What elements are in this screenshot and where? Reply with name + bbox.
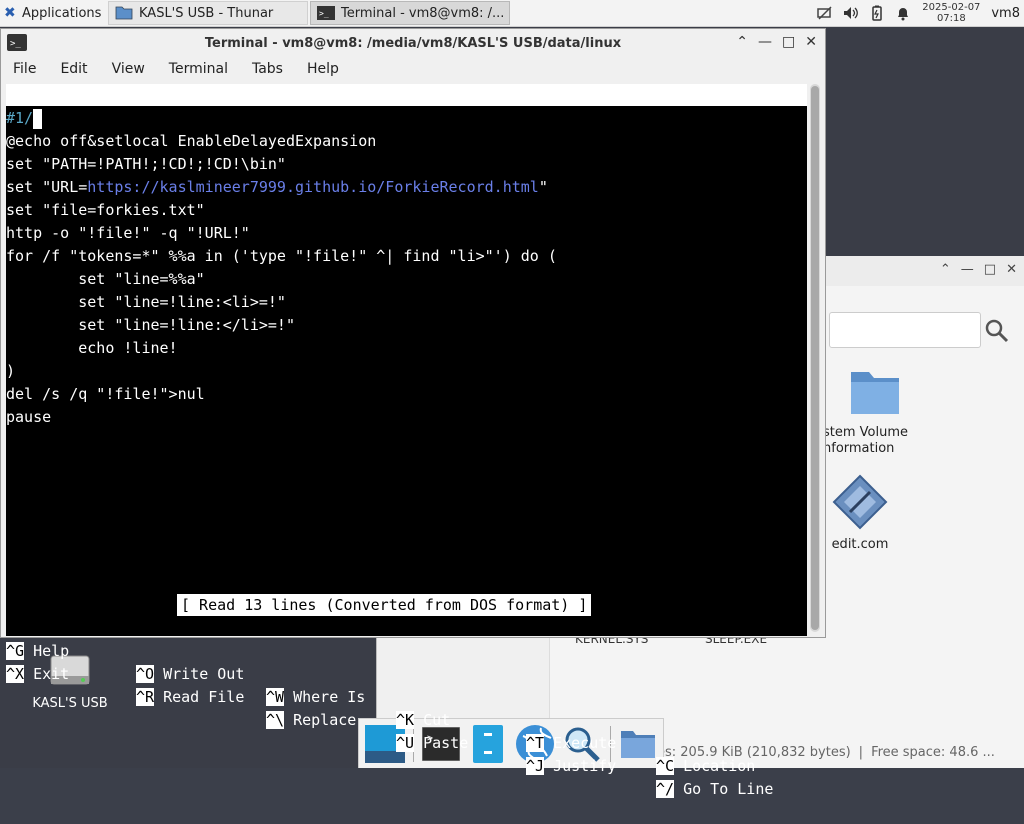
edit-program-icon (832, 474, 888, 530)
system-tray: 2025-02-07 07:18 vm8 (817, 0, 1024, 26)
scrollbar[interactable] (810, 84, 820, 632)
folder-icon (620, 730, 655, 758)
applications-menu[interactable]: ✖ Applications (0, 0, 108, 26)
menu-view[interactable]: View (100, 61, 157, 77)
shortcut-exit[interactable]: ^X Exit (6, 663, 69, 686)
code-line: set "URL=https://kaslmineer7999.github.i… (6, 178, 548, 196)
shortcut-where-is[interactable]: ^W Where Is (266, 686, 365, 709)
code-line: ) (6, 362, 16, 380)
network-icon[interactable] (817, 5, 833, 21)
scrollbar-thumb[interactable] (811, 86, 819, 630)
code-line: del /s /q "!file!">nul (6, 385, 205, 403)
shortcut-go-to-line[interactable]: ^/ Go To Line (656, 778, 773, 801)
search-input[interactable] (829, 312, 981, 348)
terminal-screen[interactable]: GNU nano 7.2 forkie-list-fetch.bat * #1/… (6, 84, 807, 798)
xfce-logo-icon: ✖ (4, 5, 16, 21)
chevron-up-icon[interactable]: ⌃ (736, 34, 748, 50)
code-line: pause (6, 408, 52, 426)
volume-icon[interactable] (843, 5, 859, 21)
editor-buffer[interactable]: #1/ @echo off&setlocal EnableDelayedExpa… (6, 107, 807, 429)
menu-bar: File Edit View Terminal Tabs Help (1, 57, 825, 81)
file-cabinet-icon (472, 724, 503, 763)
nano-header: GNU nano 7.2 forkie-list-fetch.bat * (6, 84, 807, 148)
search-icon[interactable] (984, 318, 1010, 344)
battery-icon[interactable] (869, 5, 885, 21)
taskbar-item-thunar[interactable]: KASL'S USB - Thunar (108, 1, 308, 25)
nano-shortcut-bar: ^G Help ^O Write Out ^W Where Is ^K Cut … (6, 617, 807, 798)
folder-icon (851, 372, 899, 414)
code-line: set "line=%%a" (6, 270, 205, 288)
terminal-icon: >_ (317, 6, 335, 20)
shortcut-row: ^G Help ^O Write Out ^W Where Is ^K Cut … (6, 617, 807, 775)
window-title: Terminal - vm8@vm8: /media/vm8/KASL'S US… (204, 35, 622, 51)
code-line: http -o "!file!" -q "!URL!" (6, 224, 250, 242)
shortcut-execute[interactable]: ^T Execute (526, 732, 616, 755)
minimize-icon[interactable]: — (961, 262, 974, 277)
url-text: https://kaslmineer7999.github.io/ForkieR… (87, 178, 539, 196)
code-line: @echo off&setlocal EnableDelayedExpansio… (6, 132, 377, 150)
shortcut-location[interactable]: ^C Location (656, 755, 755, 778)
notification-bell-icon[interactable] (895, 5, 911, 21)
folder-icon (115, 6, 133, 20)
dock-file-manager[interactable] (468, 723, 507, 765)
minimize-icon[interactable]: — (758, 34, 772, 50)
code-line: echo !line! (6, 339, 178, 357)
nano-status-message: [ Read 13 lines (Converted from DOS form… (177, 594, 592, 616)
shortcut-read-file[interactable]: ^R Read File (136, 686, 244, 709)
menu-terminal[interactable]: Terminal (157, 61, 240, 77)
user-menu[interactable]: vm8 (991, 6, 1020, 21)
shortcut-row: ^X Exit ^R Read File ^\ Replace ^U Paste… (6, 640, 807, 798)
maximize-icon[interactable]: □ (782, 34, 795, 50)
taskbar-item-terminal[interactable]: >_ Terminal - vm8@vm8: /... (310, 1, 510, 25)
shortcut-write-out[interactable]: ^O Write Out (136, 663, 244, 686)
code-line: #1/ (6, 107, 807, 130)
top-panel: ✖ Applications KASL'S USB - Thunar >_ Te… (0, 0, 1024, 27)
clock[interactable]: 2025-02-07 07:18 (921, 2, 981, 24)
dock-folder[interactable] (618, 723, 657, 765)
code-line: for /f "tokens=*" %%a in ('type "!file!"… (6, 247, 557, 265)
maximize-icon[interactable]: □ (984, 262, 996, 277)
code-line: set "PATH=!PATH!;!CD!;!CD!\bin" (6, 155, 286, 173)
menu-edit[interactable]: Edit (48, 61, 99, 77)
chevron-up-icon[interactable]: ⌃ (940, 262, 951, 277)
shortcut-cut[interactable]: ^K Cut (396, 709, 450, 732)
menu-help[interactable]: Help (295, 61, 351, 77)
menu-file[interactable]: File (1, 61, 48, 77)
terminal-window[interactable]: >_ Terminal - vm8@vm8: /media/vm8/KASL'S… (0, 28, 826, 798)
code-line: set "line=!line:<li>=!" (6, 293, 286, 311)
code-line: set "line=!line:</li>=!" (6, 316, 295, 334)
code-line: set "file=forkies.txt" (6, 201, 205, 219)
close-icon[interactable]: ✕ (1006, 262, 1017, 277)
file-item-system-volume[interactable]: stem Volume nformation (823, 364, 925, 457)
text-cursor (33, 108, 43, 129)
close-icon[interactable]: ✕ (805, 34, 817, 50)
menu-tabs[interactable]: Tabs (240, 61, 295, 77)
file-item-edit-com[interactable]: edit.com (825, 472, 895, 553)
svg-text:>_: >_ (319, 9, 329, 18)
shortcut-paste[interactable]: ^U Paste (396, 732, 468, 755)
shortcut-justify[interactable]: ^J Justify (526, 755, 616, 778)
shortcut-replace[interactable]: ^\ Replace (266, 709, 356, 732)
